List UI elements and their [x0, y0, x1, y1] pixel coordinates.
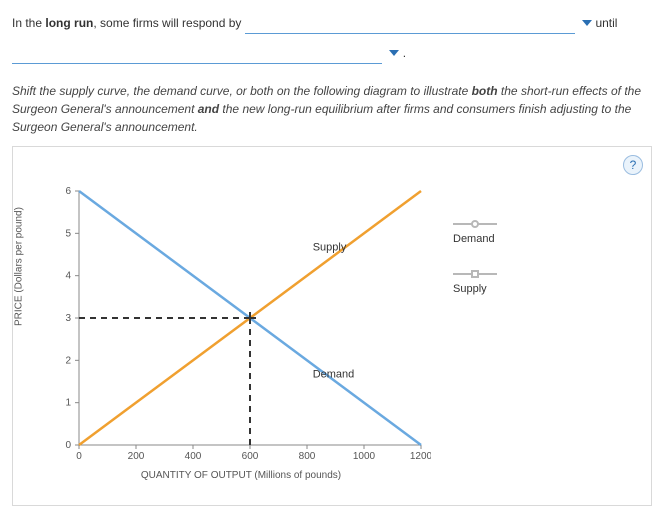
svg-text:600: 600 — [242, 451, 259, 462]
legend-supply[interactable]: Supply — [453, 267, 497, 295]
svg-text:400: 400 — [185, 451, 202, 462]
chart-container: ? PRICE (Dollars per pound) 0 200 400 600 80… — [12, 146, 652, 506]
svg-text:3: 3 — [65, 313, 71, 324]
legend-supply-label: Supply — [453, 283, 487, 295]
instr-b1: both — [472, 84, 498, 98]
svg-text:Supply: Supply — [313, 241, 347, 253]
sentence-bold-longrun: long run — [45, 16, 93, 30]
y-axis-label: PRICE (Dollars per pound) — [14, 207, 25, 326]
legend-demand[interactable]: Demand — [453, 217, 497, 245]
dropdown-blank-2[interactable] — [12, 48, 382, 64]
svg-text:200: 200 — [128, 451, 145, 462]
svg-text:0: 0 — [76, 451, 82, 462]
circle-icon — [471, 220, 479, 228]
sentence-after1: until — [595, 16, 617, 30]
chevron-down-icon[interactable] — [582, 20, 592, 28]
instructions-text: Shift the supply curve, the demand curve… — [12, 82, 655, 136]
legend-demand-swatch — [453, 217, 497, 231]
legend-supply-swatch — [453, 267, 497, 281]
chevron-down-icon[interactable] — [389, 50, 399, 58]
sentence-prefix: In the — [12, 16, 45, 30]
svg-text:5: 5 — [65, 228, 71, 239]
dropdown-blank-1[interactable] — [245, 18, 575, 34]
legend-demand-label: Demand — [453, 233, 495, 245]
square-icon — [471, 270, 479, 278]
svg-text:1: 1 — [65, 398, 71, 409]
instr-p1: Shift the supply curve, the demand curve… — [12, 84, 472, 98]
sentence-line-2: . — [12, 42, 655, 64]
svg-text:800: 800 — [299, 451, 316, 462]
svg-text:0: 0 — [65, 440, 71, 451]
instr-b2: and — [198, 102, 219, 116]
svg-text:1000: 1000 — [353, 451, 376, 462]
svg-text:6: 6 — [65, 186, 71, 197]
sentence-mid1: , some firms will respond by — [93, 16, 244, 30]
sentence-line-1: In the long run, some firms will respond… — [12, 12, 655, 34]
help-button[interactable]: ? — [623, 155, 643, 175]
svg-text:Demand: Demand — [313, 368, 355, 380]
chart-svg[interactable]: 0 200 400 600 800 1000 1200 0 1 2 3 4 5 6 Supply Demand — [51, 185, 431, 475]
svg-text:1200: 1200 — [410, 451, 431, 462]
svg-text:2: 2 — [65, 355, 71, 366]
plot-area[interactable]: 0 200 400 600 800 1000 1200 0 1 2 3 4 5 6 Supply Demand… — [51, 185, 431, 475]
sentence-period: . — [403, 46, 406, 60]
svg-text:4: 4 — [65, 271, 71, 282]
x-axis-label: QUANTITY OF OUTPUT (Millions of pounds) — [51, 470, 431, 481]
legend: Demand Supply — [453, 217, 497, 317]
